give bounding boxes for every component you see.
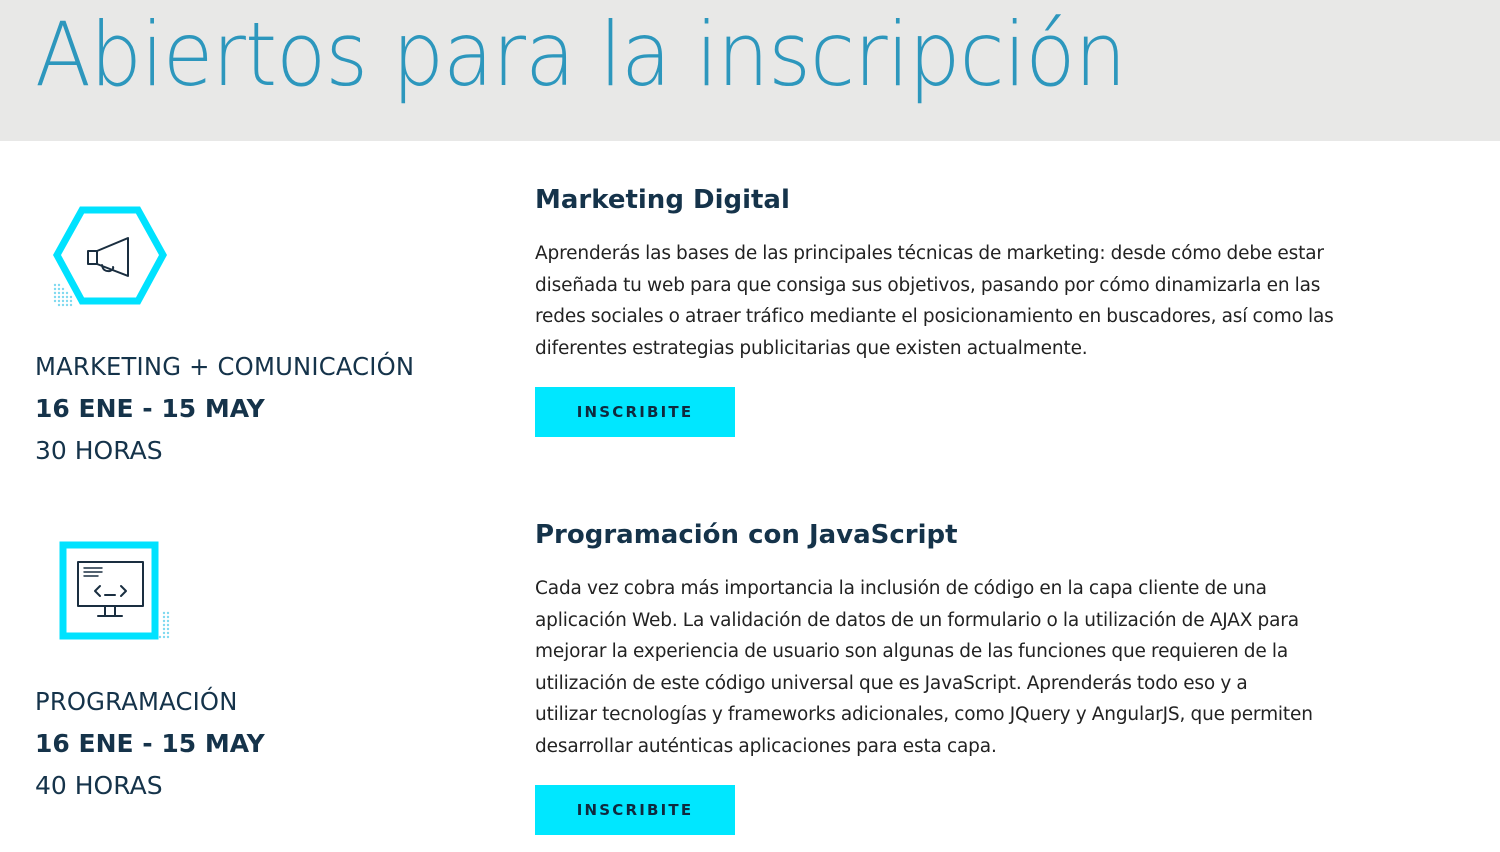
description-line: diseñada tu web para que consiga sus obj…: [535, 274, 1321, 296]
course-category: PROGRAMACIÓN: [35, 687, 238, 716]
description-line: aplicación Web. La validación de datos d…: [535, 609, 1299, 631]
course-hours: 30 HORAS: [35, 436, 163, 465]
course-category: MARKETING + COMUNICACIÓN: [35, 352, 415, 381]
course-hours: 40 HORAS: [35, 771, 163, 800]
course-description: Aprenderás las bases de las principales …: [535, 238, 1375, 364]
description-line: diferentes estrategias publicitarias que…: [535, 337, 1088, 359]
description-line: Cada vez cobra más importancia la inclus…: [535, 578, 1267, 599]
page-title: Abiertos para la inscripción: [35, 3, 1126, 106]
description-line: Aprenderás las bases de las principales …: [535, 243, 1324, 264]
monitor-code-icon: [58, 540, 178, 649]
description-line: redes sociales o atraer tráfico mediante…: [535, 306, 1334, 328]
inscribite-button[interactable]: INSCRIBITE: [535, 387, 735, 437]
course-meta: PROGRAMACIÓN 16 ENE - 15 MAY 40 HORAS: [35, 681, 265, 807]
description-line: utilización de este código universal que…: [535, 672, 1248, 694]
page-header: Abiertos para la inscripción: [0, 0, 1500, 141]
course-content: Programación con JavaScript Cada vez cob…: [535, 518, 1375, 763]
description-line: desarrollar auténticas aplicaciones para…: [535, 735, 997, 757]
course-meta: MARKETING + COMUNICACIÓN 16 ENE - 15 MAY…: [35, 346, 426, 472]
course-dates: 16 ENE - 15 MAY: [35, 729, 265, 758]
course-dates: 16 ENE - 15 MAY: [35, 394, 265, 423]
description-line: mejorar la experiencia de usuario son al…: [535, 641, 1289, 663]
course-title: Marketing Digital: [535, 185, 790, 215]
course-content: Marketing Digital Aprenderás las bases d…: [535, 183, 1375, 364]
megaphone-icon: [50, 205, 170, 314]
inscribite-button[interactable]: INSCRIBITE: [535, 785, 735, 835]
description-line: utilizar tecnologías y frameworks adicio…: [535, 704, 1313, 726]
course-title: Programación con JavaScript: [535, 520, 958, 550]
course-description: Cada vez cobra más importancia la inclus…: [535, 573, 1375, 763]
